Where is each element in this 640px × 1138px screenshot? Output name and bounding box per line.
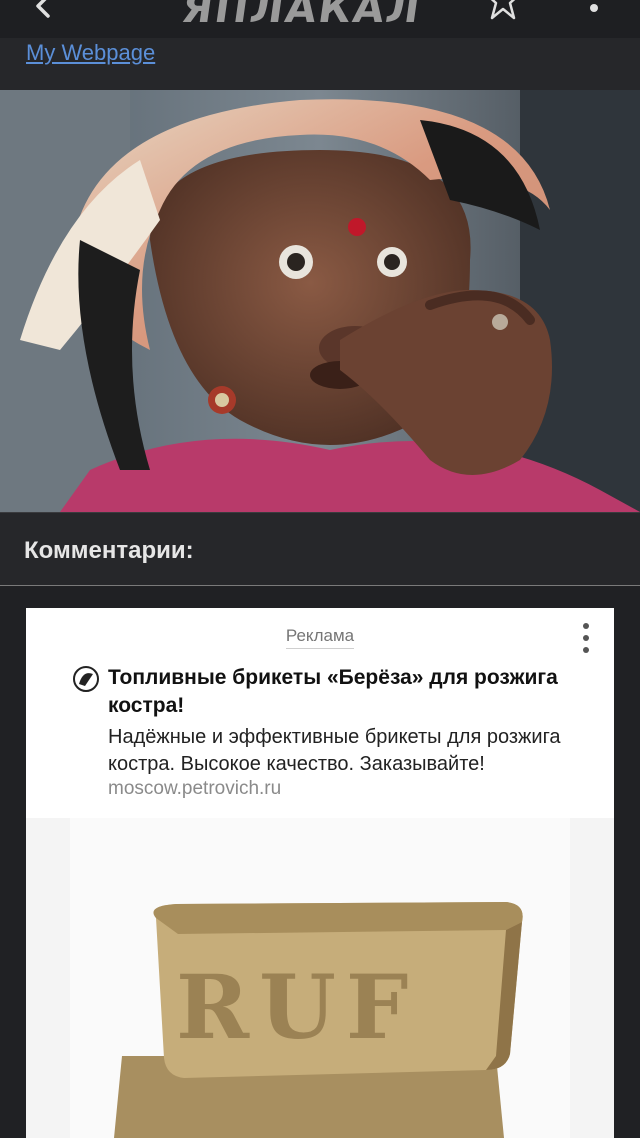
ad-description: Надёжные и эффективные брикеты для розжи…	[108, 726, 561, 775]
more-options-icon[interactable]	[586, 0, 602, 24]
ad-card[interactable]: Реклама Топливные брикеты «Берёза» для р…	[26, 608, 614, 1138]
back-arrow-icon[interactable]	[28, 0, 58, 24]
ad-menu-icon[interactable]	[580, 622, 592, 654]
ad-image[interactable]: RUF	[26, 818, 614, 1138]
comments-title: Комментарии:	[24, 537, 194, 564]
my-webpage-link[interactable]: My Webpage	[26, 40, 155, 66]
top-bar: ЯПЛАКАЛ	[0, 0, 640, 38]
post-image[interactable]	[0, 90, 640, 512]
ad-label: Реклама	[26, 626, 614, 649]
ad-domain[interactable]: moscow.petrovich.ru	[108, 778, 281, 800]
briquette-stamp-text: RUF	[176, 955, 418, 1059]
petrovich-favicon-icon	[73, 666, 99, 692]
briquettes-illustration: RUF	[114, 902, 523, 1138]
portrait-illustration	[0, 90, 640, 512]
star-icon[interactable]	[484, 0, 522, 22]
site-logo[interactable]: ЯПЛАКАЛ	[179, 0, 425, 32]
webpage-bar: My Webpage	[0, 38, 640, 90]
ad-title[interactable]: Топливные брикеты «Берёза» для розжига к…	[108, 664, 588, 720]
comments-header: Комментарии:	[0, 512, 640, 586]
